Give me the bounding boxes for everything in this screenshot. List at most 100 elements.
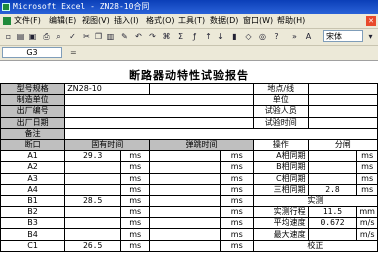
unit: ms bbox=[219, 172, 254, 185]
format-painter-icon[interactable]: ✎ bbox=[119, 31, 130, 42]
bounce-value[interactable] bbox=[149, 161, 221, 174]
save-icon[interactable]: ▣ bbox=[27, 31, 38, 42]
cell[interactable] bbox=[64, 105, 254, 118]
excel-icon bbox=[2, 3, 10, 11]
cell[interactable] bbox=[307, 82, 378, 96]
unit: ms bbox=[219, 217, 254, 230]
close-icon[interactable]: ✕ bbox=[366, 16, 376, 26]
unit: ms bbox=[356, 183, 378, 196]
inherent-time-value[interactable] bbox=[64, 172, 122, 185]
menu-file[interactable]: 文件(F) bbox=[14, 14, 41, 28]
date-label: 出厂日期 bbox=[0, 116, 66, 129]
unit: mm bbox=[356, 206, 378, 219]
inherent-time-value[interactable] bbox=[64, 217, 122, 230]
cell[interactable] bbox=[149, 82, 254, 96]
bounce-value[interactable] bbox=[149, 239, 221, 252]
bounce-value[interactable] bbox=[149, 217, 221, 230]
operation-value[interactable] bbox=[307, 228, 358, 241]
inherent-time-value[interactable]: 28.5 bbox=[64, 194, 122, 208]
split-header: 分闸 bbox=[307, 138, 378, 152]
bounce-value[interactable] bbox=[149, 228, 221, 241]
cell[interactable] bbox=[307, 105, 378, 118]
unit: ms bbox=[219, 161, 254, 174]
inherent-time-value[interactable]: 29.3 bbox=[64, 150, 122, 163]
cell[interactable] bbox=[64, 116, 254, 129]
cut-icon[interactable]: ✂ bbox=[81, 31, 92, 42]
unit: ms bbox=[120, 172, 151, 185]
title-bar: Microsoft Excel - ZN28-10合同 bbox=[0, 0, 378, 14]
menu-data[interactable]: 数据(D) bbox=[210, 14, 238, 28]
bounce-value[interactable] bbox=[149, 150, 221, 163]
open-folder-icon[interactable]: ▤ bbox=[15, 31, 26, 42]
worksheet[interactable]: 断路器动特性试验报告 型号规格 ZN28-10 地点/线 制造单位 单位 出厂编… bbox=[0, 61, 378, 279]
operation-value[interactable] bbox=[307, 172, 358, 185]
menu-help[interactable]: 帮助(H) bbox=[277, 14, 305, 28]
operation-value[interactable]: 0.672 bbox=[307, 217, 358, 230]
unit: ms bbox=[356, 150, 378, 163]
function-icon[interactable]: ƒ bbox=[189, 31, 200, 42]
print-icon[interactable]: ⎙ bbox=[41, 31, 52, 42]
model-value[interactable]: ZN28-10 bbox=[64, 82, 151, 96]
unit: ms bbox=[356, 161, 378, 174]
name-box[interactable]: G3 bbox=[2, 47, 62, 58]
bounce-value[interactable] bbox=[149, 194, 221, 208]
new-file-icon[interactable]: ▫ bbox=[3, 31, 14, 42]
sort-descending-icon[interactable]: ↓ bbox=[215, 31, 226, 42]
drawing-icon[interactable]: ◇ bbox=[243, 31, 254, 42]
measured-section-label: 实测 bbox=[252, 194, 378, 208]
spelling-icon[interactable]: ✓ bbox=[67, 31, 78, 42]
menu-tools[interactable]: 工具(T) bbox=[178, 14, 205, 28]
workbook-icon[interactable] bbox=[3, 17, 11, 25]
paste-icon[interactable]: ▥ bbox=[105, 31, 116, 42]
row-name: A1 bbox=[0, 150, 66, 163]
unit: ms bbox=[120, 239, 151, 252]
unit: ms bbox=[120, 161, 151, 174]
operation-label: A相同期 bbox=[252, 150, 309, 163]
inherent-time-value[interactable]: 26.5 bbox=[64, 239, 122, 252]
inherent-time-header: 固有时间 bbox=[64, 138, 151, 152]
preview-icon[interactable]: ⌕ bbox=[53, 31, 64, 42]
hyperlink-icon[interactable]: ⌘ bbox=[161, 31, 172, 42]
unit: ms bbox=[120, 183, 151, 196]
toolbar-options-icon[interactable]: » bbox=[289, 31, 300, 42]
inherent-time-value[interactable] bbox=[64, 228, 122, 241]
location-label: 地点/线 bbox=[252, 82, 309, 96]
correction-section-label: 校正 bbox=[252, 239, 378, 252]
autosum-icon[interactable]: Σ bbox=[175, 31, 186, 42]
cell[interactable] bbox=[64, 94, 254, 107]
unit: ms bbox=[219, 150, 254, 163]
bounce-value[interactable] bbox=[149, 183, 221, 196]
menu-insert[interactable]: 插入(I) bbox=[114, 14, 139, 28]
operation-value[interactable]: 11.5 bbox=[307, 206, 358, 219]
formula-equals[interactable]: = bbox=[70, 47, 77, 59]
undo-icon[interactable]: ↶ bbox=[133, 31, 144, 42]
operation-value[interactable] bbox=[307, 161, 358, 174]
cell[interactable] bbox=[307, 94, 378, 107]
font-name-box[interactable]: 宋体 bbox=[323, 30, 363, 42]
inherent-time-value[interactable] bbox=[64, 161, 122, 174]
menu-view[interactable]: 视图(V) bbox=[82, 14, 110, 28]
menu-edit[interactable]: 编辑(E) bbox=[49, 14, 76, 28]
bounce-value[interactable] bbox=[149, 172, 221, 185]
operation-label: 实测行程 bbox=[252, 206, 309, 219]
menu-window[interactable]: 窗口(W) bbox=[243, 14, 273, 28]
redo-icon[interactable]: ↷ bbox=[147, 31, 158, 42]
chevron-down-icon[interactable]: ▾ bbox=[365, 31, 376, 42]
bounce-value[interactable] bbox=[149, 206, 221, 219]
unit: m/s bbox=[356, 228, 378, 241]
unit: ms bbox=[219, 239, 254, 252]
inherent-time-value[interactable] bbox=[64, 183, 122, 196]
cell[interactable] bbox=[307, 116, 378, 129]
sort-ascending-icon[interactable]: ↑ bbox=[203, 31, 214, 42]
inherent-time-value[interactable] bbox=[64, 206, 122, 219]
cell[interactable] bbox=[64, 127, 378, 140]
help-icon[interactable]: ? bbox=[271, 31, 282, 42]
operation-value[interactable] bbox=[307, 150, 358, 163]
menu-format[interactable]: 格式(O) bbox=[146, 14, 175, 28]
zoom-icon[interactable]: ◎ bbox=[257, 31, 268, 42]
operation-value[interactable]: 2.8 bbox=[307, 183, 358, 196]
operation-label: 最大速度 bbox=[252, 228, 309, 241]
copy-icon[interactable]: ❐ bbox=[93, 31, 104, 42]
unit: ms bbox=[120, 194, 151, 208]
chart-icon[interactable]: ▮ bbox=[229, 31, 240, 42]
